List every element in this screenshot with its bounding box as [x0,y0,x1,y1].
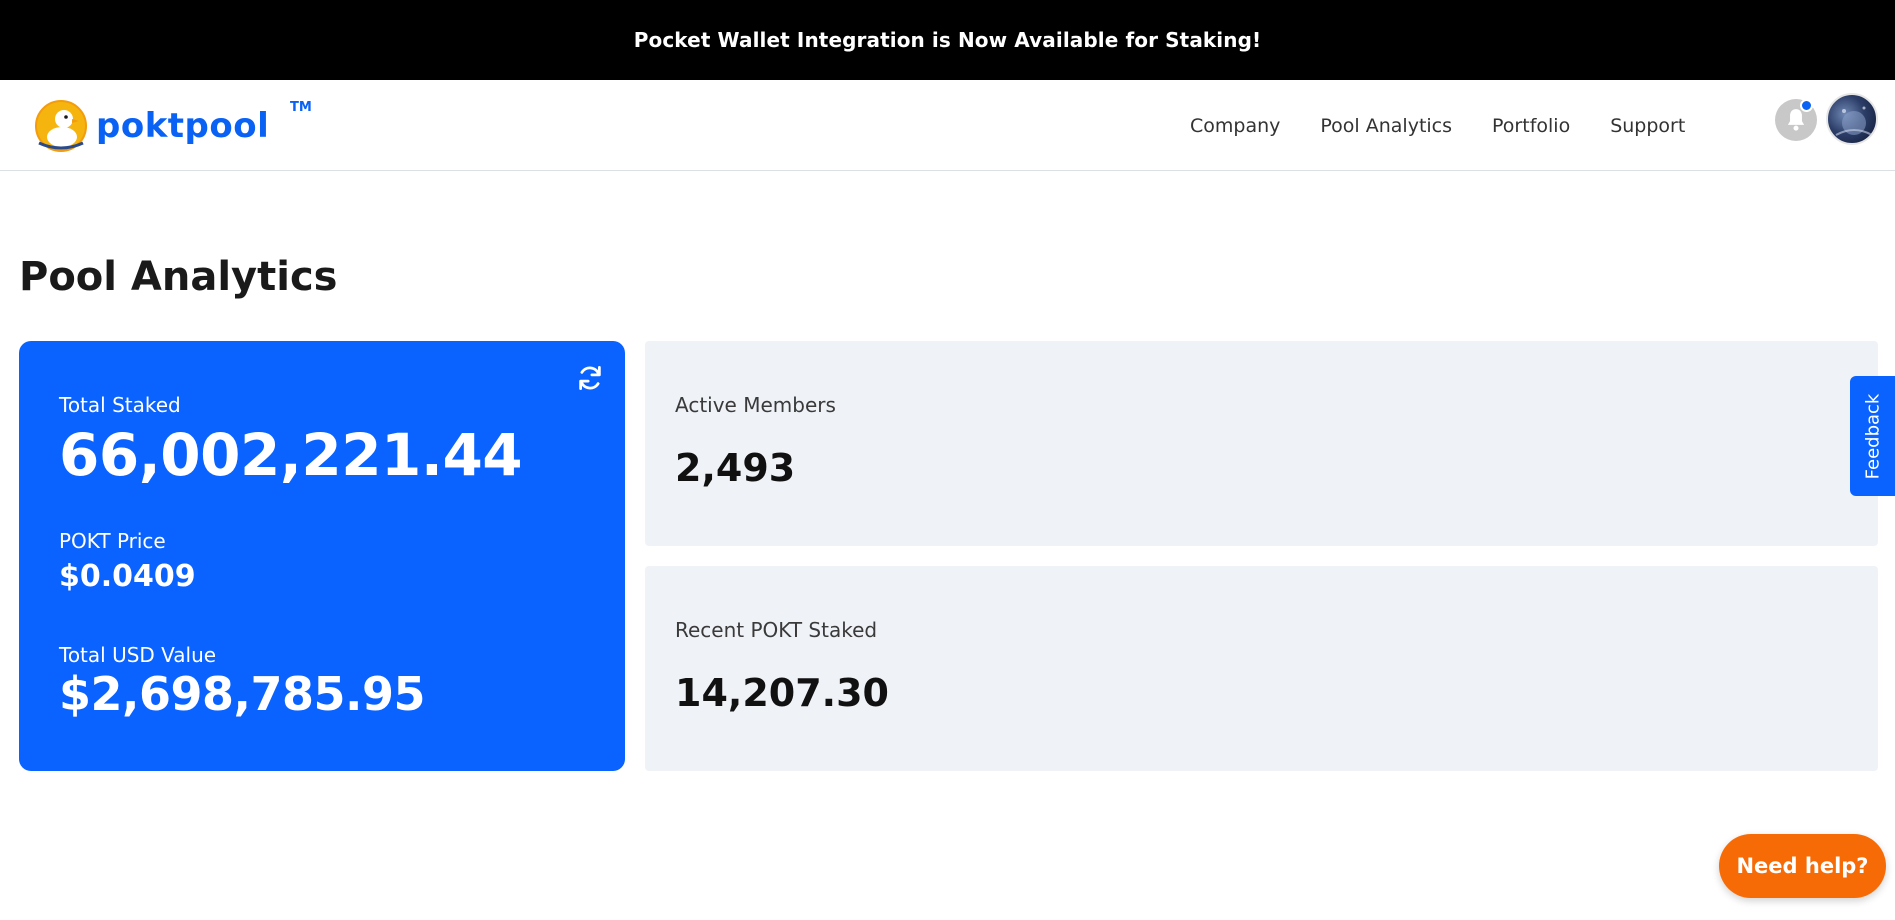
total-staked-value: 66,002,221.44 [59,421,523,489]
top-navbar: poktpool TM Company Pool Analytics Portf… [0,80,1895,171]
need-help-button[interactable]: Need help? [1719,834,1886,898]
avatar-image-icon [1835,106,1873,136]
total-usd-label: Total USD Value [59,643,217,667]
notification-dot [1800,99,1813,112]
nav-company[interactable]: Company [1190,115,1280,137]
recent-staked-card: Recent POKT Staked 14,207.30 [645,566,1878,771]
nav-support[interactable]: Support [1610,115,1685,137]
refresh-icon[interactable] [575,363,605,393]
announcement-banner: Pocket Wallet Integration is Now Availab… [0,0,1895,80]
recent-staked-label: Recent POKT Staked [675,618,878,642]
recent-staked-value: 14,207.30 [675,671,889,715]
brand-trademark: TM [290,100,312,115]
nav-pool-analytics[interactable]: Pool Analytics [1320,115,1452,137]
pokt-price-label: POKT Price [59,529,166,553]
nav-portfolio[interactable]: Portfolio [1492,115,1570,137]
feedback-tab[interactable]: Feedback [1850,376,1895,496]
active-members-label: Active Members [675,393,836,417]
active-members-card: Active Members 2,493 [645,341,1878,546]
total-staked-card: Total Staked 66,002,221.44 POKT Price $0… [19,341,625,771]
active-members-value: 2,493 [675,446,796,490]
user-avatar[interactable] [1826,93,1878,145]
duck-logo-icon [35,100,87,152]
brand-logo[interactable]: poktpool TM [34,98,312,154]
pokt-price-value: $0.0409 [59,559,196,594]
page-title: Pool Analytics [19,254,338,300]
need-help-label: Need help? [1736,854,1869,878]
announcement-text: Pocket Wallet Integration is Now Availab… [633,28,1262,52]
feedback-label: Feedback [1862,393,1884,479]
main-nav: Company Pool Analytics Portfolio Support [1190,80,1685,171]
brand-name: poktpool [96,106,270,146]
total-staked-label: Total Staked [59,393,181,417]
total-usd-value: $2,698,785.95 [59,667,426,721]
